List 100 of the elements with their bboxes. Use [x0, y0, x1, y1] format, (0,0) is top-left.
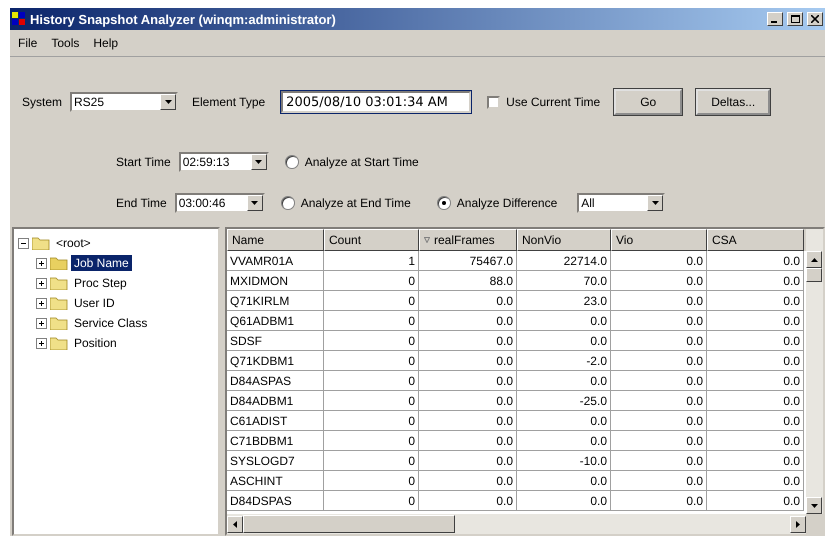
table-cell: 0.0 [611, 251, 707, 271]
folder-icon [50, 276, 68, 290]
radio-button[interactable] [436, 196, 451, 210]
column-header[interactable]: Name [227, 229, 324, 251]
tree-node[interactable]: Job Name [71, 255, 132, 271]
column-header[interactable]: Vio [611, 229, 707, 251]
expand-icon[interactable] [36, 318, 47, 328]
table-cell: 23.0 [517, 291, 611, 311]
collapse-icon[interactable] [18, 238, 29, 248]
table-cell: 0 [324, 311, 419, 331]
scroll-down-icon[interactable] [806, 497, 822, 514]
table-cell: 0 [324, 491, 419, 511]
table-cell: 0.0 [707, 291, 804, 311]
table-cell: 0.0 [611, 391, 707, 411]
filter-dropdown[interactable]: All [577, 193, 666, 213]
table-cell: 0 [324, 331, 419, 351]
radio-label: Analyze Difference [456, 196, 558, 210]
table-cell: 0.0 [611, 351, 707, 371]
datetime-field[interactable]: 2005/08/10 03:01:34 AM [281, 91, 472, 113]
scroll-up-icon[interactable] [806, 251, 822, 268]
table-cell: 0.0 [419, 371, 517, 391]
table-cell: 0.0 [419, 431, 517, 451]
tree-node[interactable]: <root> [53, 235, 94, 251]
expand-icon[interactable] [36, 338, 47, 348]
sort-icon [424, 237, 430, 243]
maximize-icon [790, 15, 800, 23]
folder-icon [32, 236, 50, 250]
table-cell: 0.0 [707, 371, 804, 391]
dialog-button[interactable]: Deltas... [696, 89, 770, 115]
table-cell: 0.0 [611, 371, 707, 391]
table-cell: 0.0 [707, 331, 804, 351]
dialog-button[interactable]: Go [614, 89, 682, 115]
window-title: History Snapshot Analyzer (winqm:administrator) [30, 12, 337, 26]
table-cell: 0.0 [517, 311, 611, 331]
column-header[interactable]: realFrames [419, 229, 517, 251]
horizontal-scrollbar[interactable] [227, 514, 806, 534]
table-cell: 0.0 [419, 451, 517, 471]
expand-icon[interactable] [36, 258, 47, 268]
table-cell: -10.0 [517, 451, 611, 471]
minimize-button[interactable] [767, 12, 783, 26]
table-cell: 0.0 [419, 311, 517, 331]
table-cell: 0.0 [517, 371, 611, 391]
table-cell: 0.0 [611, 411, 707, 431]
table-cell: 0.0 [517, 431, 611, 451]
radio-label: Analyze at End Time [300, 196, 411, 210]
table-cell: Q71KDBM1 [227, 351, 324, 371]
table-cell: D84ASPAS [227, 371, 324, 391]
table-cell: 0.0 [611, 471, 707, 491]
scroll-thumb[interactable] [806, 268, 822, 282]
time-dropdown[interactable]: 02:59:13 [178, 152, 269, 172]
menu-item[interactable]: Help [87, 34, 124, 52]
checkbox[interactable] [487, 96, 500, 108]
table-cell: 0 [324, 371, 419, 391]
table-cell: 0.0 [611, 291, 707, 311]
field-label: Start Time [116, 155, 171, 169]
up-arrow-icon [810, 258, 818, 262]
table-cell: 0.0 [517, 471, 611, 491]
system-dropdown[interactable]: RS25 [70, 92, 178, 112]
scroll-thumb[interactable] [243, 515, 455, 533]
vertical-scrollbar[interactable] [806, 229, 823, 514]
table-cell: 0 [324, 471, 419, 491]
dropdown-arrow-icon [255, 160, 262, 164]
expand-icon[interactable] [36, 278, 47, 288]
folder-icon [50, 296, 68, 310]
table-cell: 0 [324, 391, 419, 411]
maximize-button[interactable] [787, 12, 803, 26]
table-cell: Q71KIRLM [227, 291, 324, 311]
table-cell: Q61ADBM1 [227, 311, 324, 331]
table-cell: 0.0 [707, 411, 804, 431]
table-cell: VVAMR01A [227, 251, 324, 271]
radio-button[interactable] [284, 155, 299, 169]
tree-node[interactable]: User ID [71, 295, 118, 311]
app-logo-icon [12, 12, 26, 26]
table-cell: SDSF [227, 331, 324, 351]
tree-node[interactable]: Position [71, 335, 120, 351]
column-header[interactable]: CSA [707, 229, 804, 251]
table-cell: 75467.0 [419, 251, 517, 271]
column-header[interactable]: Count [324, 229, 419, 251]
table-cell: 0.0 [707, 471, 804, 491]
tree-node[interactable]: Service Class [71, 315, 150, 331]
table-cell: -25.0 [517, 391, 611, 411]
table-cell: 0.0 [517, 331, 611, 351]
table-cell: 0.0 [611, 311, 707, 331]
checkbox-label: Use Current Time [506, 95, 600, 109]
column-header[interactable]: NonVio [517, 229, 611, 251]
table-cell: 0.0 [419, 391, 517, 411]
close-button[interactable] [807, 12, 823, 26]
table-cell: 0.0 [707, 311, 804, 331]
tree-node[interactable]: Proc Step [71, 275, 130, 291]
expand-icon[interactable] [36, 298, 47, 308]
scroll-left-icon[interactable] [227, 516, 243, 532]
folder-icon [50, 316, 68, 330]
table-cell: -2.0 [517, 351, 611, 371]
menu-item[interactable]: File [12, 34, 44, 52]
table-cell: 70.0 [517, 271, 611, 291]
table-cell: C71BDBM1 [227, 431, 324, 451]
radio-button[interactable] [280, 196, 295, 210]
scroll-right-icon[interactable] [790, 516, 806, 532]
menu-item[interactable]: Tools [45, 34, 86, 52]
time-dropdown[interactable]: 03:00:46 [174, 193, 265, 213]
